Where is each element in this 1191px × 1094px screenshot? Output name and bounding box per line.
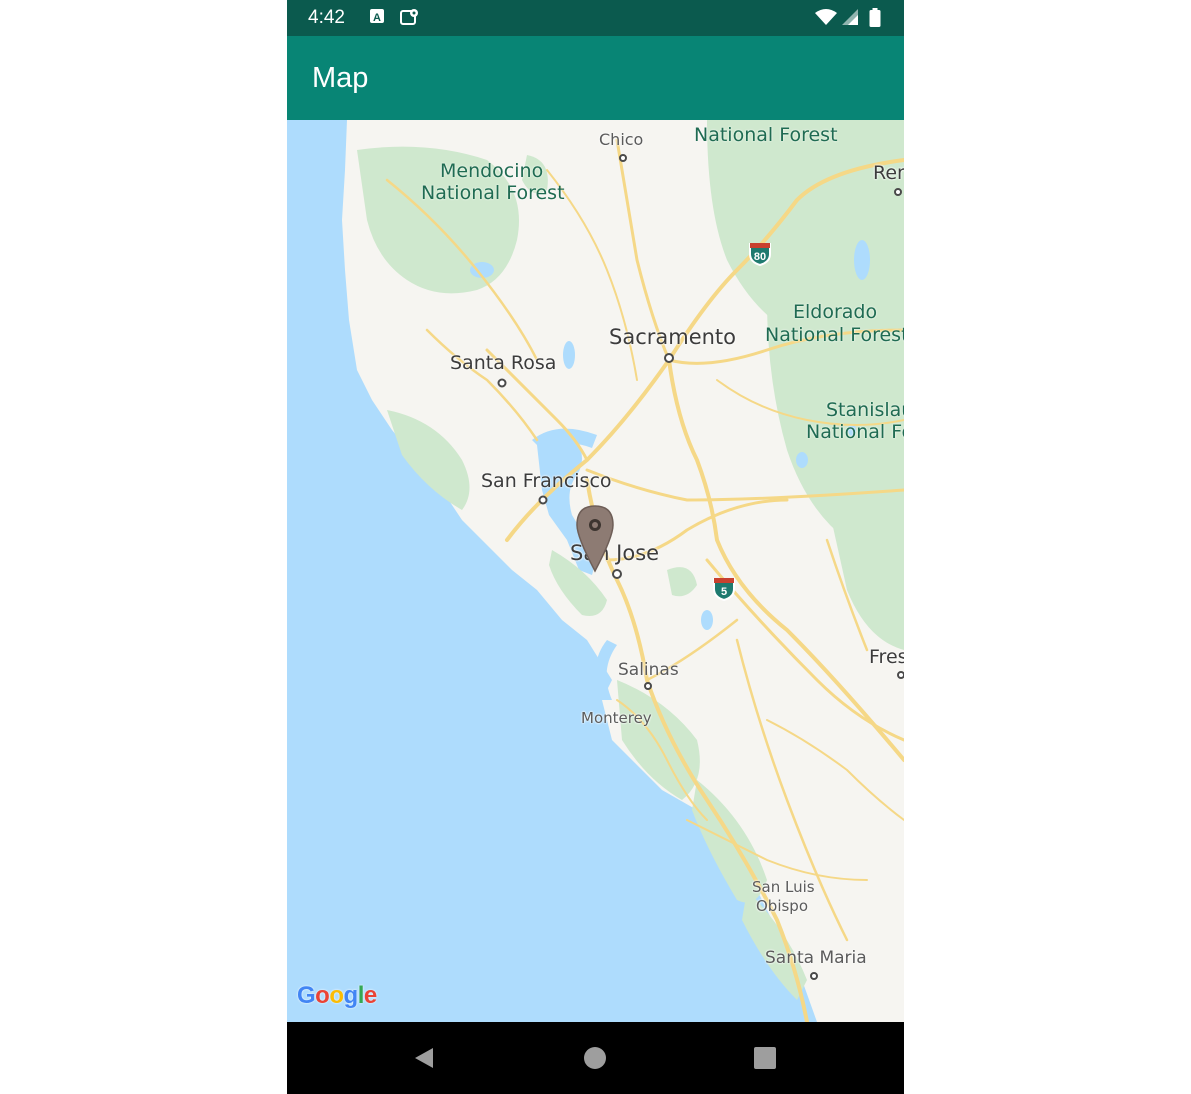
place-label: Monterey xyxy=(581,709,652,727)
app-bar: Map xyxy=(287,36,904,120)
a-icon: A xyxy=(369,8,385,29)
svg-text:5: 5 xyxy=(721,586,727,598)
navigation-bar xyxy=(287,1022,904,1094)
park-label: National Forest xyxy=(421,182,565,204)
status-time: 4:42 xyxy=(308,7,345,28)
location-settings-icon xyxy=(400,8,420,31)
park-label: Eldorado xyxy=(793,301,878,323)
home-icon[interactable] xyxy=(583,1046,607,1075)
place-label: Santa Rosa xyxy=(450,352,557,374)
signal-icon xyxy=(841,8,859,31)
google-logo: Google xyxy=(297,982,377,1009)
wifi-icon xyxy=(815,8,837,31)
place-label: San Francisco xyxy=(481,470,612,492)
park-label: National Forest xyxy=(765,324,904,346)
park-label: Mendocino xyxy=(440,160,544,182)
recents-icon[interactable] xyxy=(753,1046,777,1075)
phone-screen: 4:42 A Map Chico Ren Sacramento Santa Ro… xyxy=(287,0,904,1094)
place-label: Santa Maria xyxy=(765,948,867,968)
svg-text:80: 80 xyxy=(754,251,766,263)
svg-text:A: A xyxy=(373,12,381,24)
battery-icon xyxy=(869,8,881,33)
place-label: San Luis xyxy=(752,878,815,896)
page-title: Map xyxy=(312,62,369,94)
place-label: Chico xyxy=(599,130,644,149)
park-label: National Forest xyxy=(694,124,838,146)
place-label: Fres xyxy=(869,646,904,668)
map-view[interactable]: Chico Reno Sacramento Santa Rosa San Fra… xyxy=(287,120,904,1022)
status-bar: 4:42 A xyxy=(287,0,904,36)
back-icon[interactable] xyxy=(413,1046,435,1075)
place-label: Reno xyxy=(873,162,904,184)
park-label: National Fo xyxy=(806,421,904,443)
place-label: Obispo xyxy=(756,897,809,915)
place-label: Salinas xyxy=(618,660,679,680)
park-label: Stanislau xyxy=(826,399,904,421)
place-label: Sacramento xyxy=(609,325,737,349)
